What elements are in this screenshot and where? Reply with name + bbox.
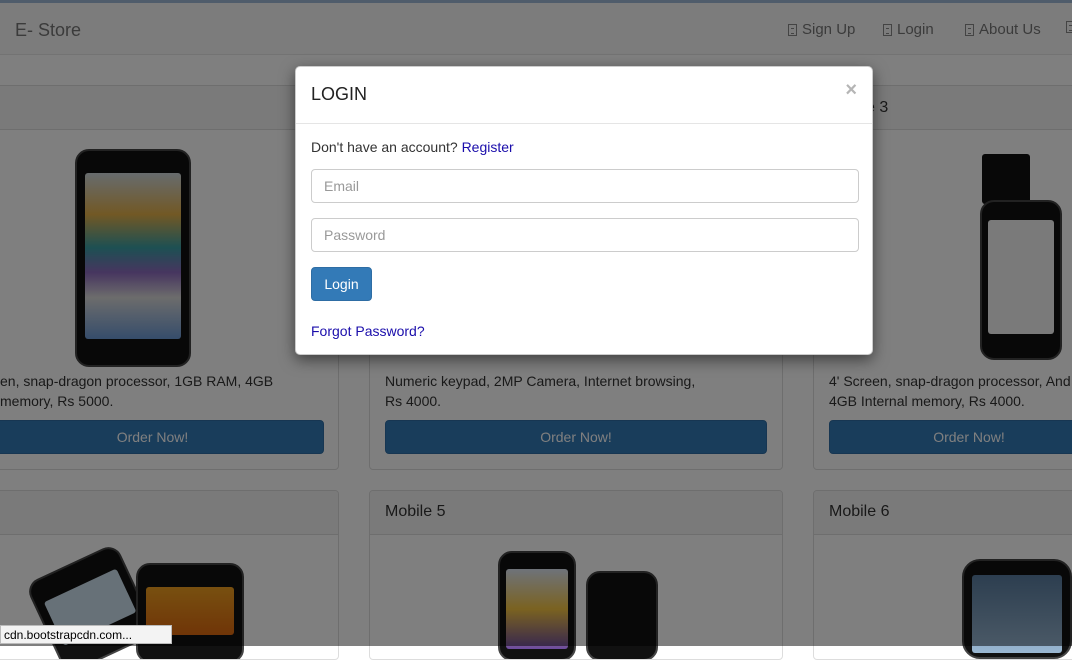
email-field[interactable] xyxy=(311,169,859,203)
register-prompt: Don't have an account? Register xyxy=(311,139,514,155)
register-link[interactable]: Register xyxy=(462,139,514,155)
login-button[interactable]: Login xyxy=(311,267,372,301)
password-field[interactable] xyxy=(311,218,859,252)
modal-header: LOGIN × xyxy=(296,67,872,124)
browser-status-bar: cdn.bootstrapcdn.com... xyxy=(0,625,172,644)
login-modal: LOGIN × Don't have an account? Register … xyxy=(295,66,873,355)
modal-title: LOGIN xyxy=(311,84,368,104)
forgot-password-link[interactable]: Forgot Password? xyxy=(311,323,425,339)
close-icon[interactable]: × xyxy=(845,79,857,102)
